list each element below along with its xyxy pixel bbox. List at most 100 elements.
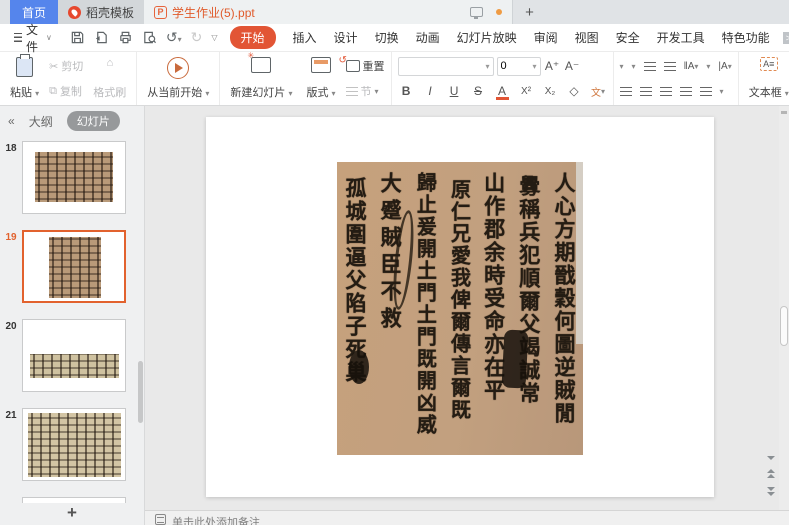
align-center-button[interactable]	[640, 86, 652, 96]
paste-button[interactable]: 粘贴 ▾	[6, 56, 43, 101]
print-icon[interactable]	[118, 30, 133, 45]
font-name-combo[interactable]: ▾	[398, 57, 494, 76]
tab-document[interactable]: P 学生作业(5).ppt	[144, 0, 512, 24]
font-size-combo[interactable]: ▾	[497, 57, 541, 76]
ribbon-tab-transition[interactable]: 切换	[375, 29, 399, 46]
ribbon-tab-security[interactable]: 安全	[616, 29, 640, 46]
copy-icon: ⧉	[49, 85, 57, 98]
new-tab-plus: +	[525, 4, 534, 21]
vertical-scrollbar[interactable]	[779, 106, 789, 510]
ribbon-tabs: 开始 插入 设计 切换 动画 幻灯片放映 审阅 视图 安全 开发工具 特色功能 …	[230, 26, 789, 49]
insert-group: A≡ 文本框 ▾ 形状	[739, 52, 789, 105]
calligraphy-image[interactable]: 人心方期戩穀何圖逆賊閒 釁稱兵犯順爾父竭誠常 山作郡余時受命亦在平 原仁兄愛我俾…	[337, 162, 583, 455]
format-painter-button: ⌂ 格式刷	[89, 56, 130, 101]
menu-bar: 文件 ∨ ↺▾ ↻ ▽ 开始 插入 设计 切换 动画 幻灯片放映 审阅 视图 安…	[0, 24, 789, 52]
collapse-notes-icon[interactable]	[767, 456, 775, 460]
ribbon-tab-devtools[interactable]: 开发工具	[657, 29, 705, 46]
numbering-button[interactable]: ▾	[632, 60, 636, 72]
export-pdf-icon[interactable]	[94, 30, 109, 45]
font-name-input[interactable]	[402, 60, 486, 72]
add-slide-button[interactable]: +	[67, 503, 77, 523]
outline-tab[interactable]: 大纲	[29, 113, 53, 130]
italic-button[interactable]: I	[422, 83, 439, 100]
scrollbar-thumb[interactable]	[780, 306, 788, 346]
undo-icon[interactable]: ↺▾	[166, 29, 182, 46]
text-direction-button[interactable]: ‖A▾	[684, 61, 699, 72]
ribbon-tab-slideshow[interactable]: 幻灯片放映	[457, 29, 517, 46]
grow-font-button[interactable]: A⁺	[544, 58, 561, 75]
align-text-button[interactable]: |A▾	[718, 61, 731, 72]
paragraph-group: ▾ ▾ ‖A▾ ▾ |A▾ ▾	[614, 52, 739, 105]
from-current-button[interactable]: 从当前开始 ▾	[143, 56, 213, 101]
layout-icon	[311, 57, 331, 73]
notes-icon	[155, 514, 166, 525]
justify-button[interactable]	[680, 86, 692, 96]
ribbon-toolbar: 粘贴 ▾ ✂剪切 ⧉复制 ⌂ 格式刷 从当前开始 ▾ 新建幻灯片 ▾ 版式 ▾	[0, 52, 789, 106]
sidebar-scrollbar-thumb[interactable]	[138, 361, 143, 423]
collapse-panel-button[interactable]: «	[8, 114, 15, 128]
strikethrough-button[interactable]: S	[470, 83, 487, 100]
underline-button[interactable]: U	[446, 83, 463, 100]
previous-slide-button[interactable]	[767, 469, 775, 478]
ribbon-tab-animation[interactable]: 动画	[416, 29, 440, 46]
subscript-button[interactable]: X₂	[542, 83, 559, 100]
next-slide-button[interactable]	[767, 487, 775, 496]
slide-number: 20	[0, 319, 22, 392]
calligraphy-column: 孤城圍逼父陷子死巢	[345, 177, 366, 447]
slide-thumbnail-21[interactable]: 21	[0, 408, 144, 481]
editor-main: 人心方期戩穀何圖逆賊閒 釁稱兵犯順爾父竭誠常 山作郡余時受命亦在平 原仁兄愛我俾…	[145, 106, 789, 525]
increase-indent-button[interactable]	[664, 61, 676, 71]
tab-home-label: 首页	[22, 4, 46, 21]
font-size-input[interactable]	[501, 60, 533, 72]
font-color-button[interactable]: A	[494, 83, 511, 100]
present-monitor-icon[interactable]	[470, 7, 483, 17]
customize-quickbar-icon[interactable]: ▽	[211, 33, 217, 42]
phonetic-guide-button[interactable]: 文▾	[590, 83, 607, 100]
slide-thumbnail-19-selected[interactable]: 19	[0, 230, 144, 303]
textbox-button[interactable]: A≡ 文本框 ▾	[745, 56, 789, 101]
slides-tab[interactable]: 幻灯片	[67, 111, 120, 131]
distribute-button[interactable]	[700, 86, 712, 96]
slide-canvas[interactable]: 人心方期戩穀何圖逆賊閒 釁稱兵犯順爾父竭誠常 山作郡余時受命亦在平 原仁兄愛我俾…	[206, 117, 714, 497]
new-slide-button[interactable]: 新建幻灯片 ▾	[226, 56, 296, 101]
clipboard-group: 粘贴 ▾ ✂剪切 ⧉复制 ⌂ 格式刷	[0, 52, 137, 105]
decrease-indent-button[interactable]	[644, 61, 656, 71]
columns-button[interactable]: ▾	[720, 85, 724, 97]
quick-access-toolbar: ↺▾ ↻ ▽	[70, 29, 218, 46]
ribbon-tab-design[interactable]: 设计	[334, 29, 358, 46]
slide-thumbnail-18[interactable]: 18	[0, 141, 144, 214]
file-menu-button[interactable]: 文件 ∨	[8, 21, 58, 55]
calligraphy-thumb-image	[30, 354, 119, 378]
save-icon[interactable]	[70, 30, 85, 45]
bold-button[interactable]: B	[398, 83, 415, 100]
slide-number: 21	[0, 408, 22, 481]
calligraphy-column: 山作郡余時受命亦在平	[484, 172, 505, 447]
slide-panel: « 大纲 幻灯片 18 19 20 21 +	[0, 106, 145, 525]
ribbon-tab-features[interactable]: 特色功能	[722, 29, 770, 46]
slide-thumbnail-20[interactable]: 20	[0, 319, 144, 392]
calligraphy-thumb-image	[28, 413, 121, 477]
superscript-button[interactable]: X²	[518, 83, 535, 100]
copy-button: ⧉复制	[49, 83, 83, 99]
ribbon-tab-insert[interactable]: 插入	[293, 29, 317, 46]
bullets-button[interactable]: ▾	[620, 60, 624, 72]
ribbon-more-badge[interactable]: >	[783, 32, 789, 44]
ribbon-tab-review[interactable]: 审阅	[534, 29, 558, 46]
ribbon-tab-start[interactable]: 开始	[230, 26, 276, 49]
new-tab-button[interactable]: +	[512, 0, 546, 24]
print-preview-icon[interactable]	[142, 30, 157, 45]
shrink-font-button[interactable]: A⁻	[564, 58, 581, 75]
align-right-button[interactable]	[660, 86, 672, 96]
undo-dropdown-arrow[interactable]: ▾	[178, 35, 182, 44]
notes-bar[interactable]: 单击此处添加备注	[145, 510, 789, 525]
layout-button[interactable]: 版式 ▾	[302, 56, 339, 101]
align-left-button[interactable]	[620, 86, 632, 96]
line-spacing-button[interactable]: ▾	[706, 60, 710, 72]
clear-format-button[interactable]: ◇	[566, 83, 583, 100]
calligraphy-thumb-image	[35, 152, 113, 202]
tab-docer-templates[interactable]: 稻壳模板	[58, 0, 144, 24]
reset-button[interactable]: 重置	[346, 58, 385, 74]
ribbon-tab-view[interactable]: 视图	[575, 29, 599, 46]
ink-smudge	[501, 329, 528, 388]
slides-group: 新建幻灯片 ▾ 版式 ▾ 重置 节▾	[220, 52, 391, 105]
